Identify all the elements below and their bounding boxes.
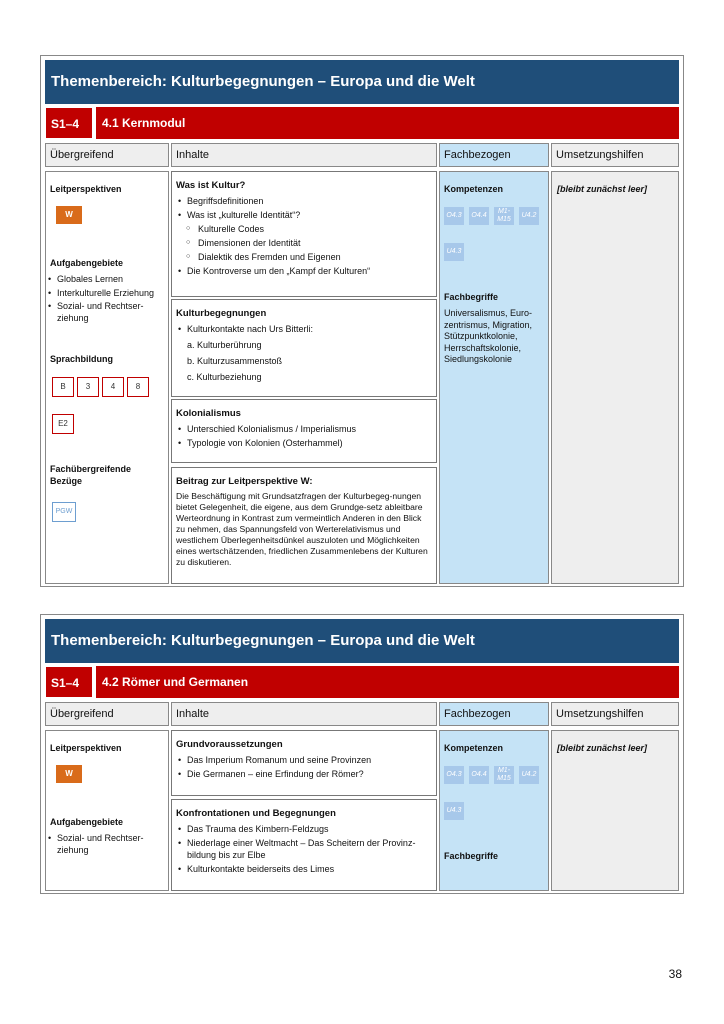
stage-code: S1–4	[45, 107, 93, 139]
kompetenz-tag: U4.2	[519, 207, 539, 225]
list-item: b. Kulturzusammenstoß	[187, 356, 283, 366]
uebergreifend-column: Leitperspektiven W Aufgabengebiete Globa…	[45, 171, 169, 584]
leitperspektiven-heading: Leitperspektiven	[50, 743, 122, 753]
fachbezogen-column: Kompetenzen O4.3 O4.4 M1-M15 U4.2 U4.3 F…	[439, 730, 549, 891]
leitperspektive-text: Die Beschäftigung mit Grundsatzfragen de…	[176, 491, 428, 567]
kompetenz-tag: U4.2	[519, 766, 539, 784]
umsetzungshilfen-column: [bleibt zunächst leer]	[551, 730, 679, 891]
inhalt-box-kultur: Was ist Kultur? Begriffsdefinitionen Was…	[171, 171, 437, 297]
list-item: Kulturelle Codes	[176, 223, 432, 235]
module-title: 4.1 Kernmodul	[96, 107, 679, 139]
fachbezogen-column: Kompetenzen O4.3 O4.4 M1-M15 U4.2 U4.3 F…	[439, 171, 549, 584]
aufgabengebiete-heading: Aufgabengebiete	[50, 258, 124, 268]
sprachbildung-tag: E2	[52, 414, 74, 434]
list-item: Das Imperium Romanum und seine Provinzen	[176, 754, 432, 766]
header-fachbezogen: Fachbezogen	[439, 702, 549, 726]
umsetzungshilfen-text: [bleibt zunächst leer]	[557, 743, 648, 753]
kompetenzen-heading: Kompetenzen	[444, 743, 504, 753]
header-inhalte: Inhalte	[171, 143, 437, 167]
list-item: Was ist „kulturelle Identität“?	[176, 209, 432, 221]
kompetenzen-heading: Kompetenzen	[444, 184, 504, 194]
sprachbildung-tag: 8	[127, 377, 149, 397]
kompetenz-tag: M1-M15	[494, 766, 514, 784]
list-item: Kulturkontakte beiderseits des Limes	[176, 863, 432, 875]
list-item: Das Trauma des Kimbern-Feldzugs	[176, 823, 432, 835]
kompetenz-tag: U4.3	[444, 802, 464, 820]
list-item: Typologie von Kolonien (Osterhammel)	[176, 437, 432, 449]
box-title: Kulturbegegnungen	[176, 308, 267, 319]
umsetzungshilfen-column: [bleibt zunächst leer]	[551, 171, 679, 584]
inhalt-box-konfrontationen: Konfrontationen und Begegnungen Das Trau…	[171, 799, 437, 891]
module-section-4-1: Themenbereich: Kulturbegegnungen – Europ…	[40, 55, 684, 587]
inhalt-box-kulturbegegnungen: Kulturbegegnungen Kulturkontakte nach Ur…	[171, 299, 437, 397]
sprachbildung-tag: 3	[77, 377, 99, 397]
fachbegriffe-text: Universalismus, Euro-zentrismus, Migrati…	[444, 308, 533, 364]
kompetenz-tag: O4.3	[444, 207, 464, 225]
kompetenz-tag: M1-M15	[494, 207, 514, 225]
header-uebergreifend: Übergreifend	[45, 143, 169, 167]
module-row: S1–4 4.2 Römer und Germanen	[45, 666, 679, 698]
header-uebergreifend: Übergreifend	[45, 702, 169, 726]
fachuebergreifende-heading: Fachübergreifende Bezüge	[50, 464, 132, 486]
header-umsetzungshilfen: Umsetzungshilfen	[551, 143, 679, 167]
aufgabengebiete-list: Sozial- und Rechtser-ziehung	[46, 831, 168, 856]
list-item: Die Germanen – eine Erfindung der Römer?	[176, 768, 432, 780]
list-item: Unterschied Kolonialismus / Imperialismu…	[176, 423, 432, 435]
sprachbildung-heading: Sprachbildung	[50, 354, 113, 364]
kompetenz-tag: O4.4	[469, 766, 489, 784]
kompetenz-tag: O4.3	[444, 766, 464, 784]
list-item: Begriffsdefinitionen	[176, 195, 432, 207]
module-title: 4.2 Römer und Germanen	[96, 666, 679, 698]
stage-code: S1–4	[45, 666, 93, 698]
list-item: c. Kulturbeziehung	[187, 372, 262, 382]
list-item: Globales Lernen	[46, 274, 168, 286]
list-item: Dimensionen der Identität	[176, 237, 432, 249]
header-inhalte: Inhalte	[171, 702, 437, 726]
inhalt-box-kolonialismus: Kolonialismus Unterschied Kolonialismus …	[171, 399, 437, 463]
list-item: Sozial- und Rechtser-ziehung	[46, 301, 168, 324]
box-title: Kolonialismus	[176, 408, 241, 419]
list-item: Dialektik des Fremden und Eigenen	[176, 251, 432, 263]
inhalt-box-grundvoraussetzungen: Grundvoraussetzungen Das Imperium Romanu…	[171, 730, 437, 796]
kompetenz-tag: O4.4	[469, 207, 489, 225]
module-row: S1–4 4.1 Kernmodul	[45, 107, 679, 139]
uebergreifend-column: Leitperspektiven W Aufgabengebiete Sozia…	[45, 730, 169, 891]
box-title: Konfrontationen und Begegnungen	[176, 808, 336, 819]
inhalt-box-leitperspektive: Beitrag zur Leitperspektive W: Die Besch…	[171, 467, 437, 584]
sprachbildung-tag: 4	[102, 377, 124, 397]
fachbezug-tag: PGW	[52, 502, 76, 522]
module-section-4-2: Themenbereich: Kulturbegegnungen – Europ…	[40, 614, 684, 894]
leitperspektive-tag: W	[56, 206, 82, 224]
list-item: Niederlage einer Weltmacht – Das Scheite…	[176, 837, 432, 861]
leitperspektive-tag: W	[56, 765, 82, 783]
fachbegriffe-heading: Fachbegriffe	[444, 292, 499, 302]
themenbereich-title: Themenbereich: Kulturbegegnungen – Europ…	[45, 60, 679, 104]
aufgabengebiete-list: Globales Lernen Interkulturelle Erziehun…	[46, 272, 168, 324]
sprachbildung-tag: B	[52, 377, 74, 397]
list-item: Die Kontroverse um den „Kampf der Kultur…	[176, 265, 432, 277]
list-item: Sozial- und Rechtser-ziehung	[46, 833, 168, 856]
box-title: Was ist Kultur?	[176, 180, 246, 191]
umsetzungshilfen-text: [bleibt zunächst leer]	[557, 184, 648, 194]
header-fachbezogen: Fachbezogen	[439, 143, 549, 167]
list-item: Kulturkontakte nach Urs Bitterli:	[176, 323, 432, 335]
page-number: 38	[668, 967, 682, 981]
box-title: Grundvoraussetzungen	[176, 739, 283, 750]
list-item: a. Kulturberührung	[187, 340, 262, 350]
leitperspektiven-heading: Leitperspektiven	[50, 184, 122, 194]
fachbegriffe-heading: Fachbegriffe	[444, 851, 499, 861]
list-item: Interkulturelle Erziehung	[46, 288, 168, 300]
header-umsetzungshilfen: Umsetzungshilfen	[551, 702, 679, 726]
aufgabengebiete-heading: Aufgabengebiete	[50, 817, 124, 827]
themenbereich-title: Themenbereich: Kulturbegegnungen – Europ…	[45, 619, 679, 663]
box-title: Beitrag zur Leitperspektive W:	[176, 476, 313, 487]
kompetenz-tag: U4.3	[444, 243, 464, 261]
